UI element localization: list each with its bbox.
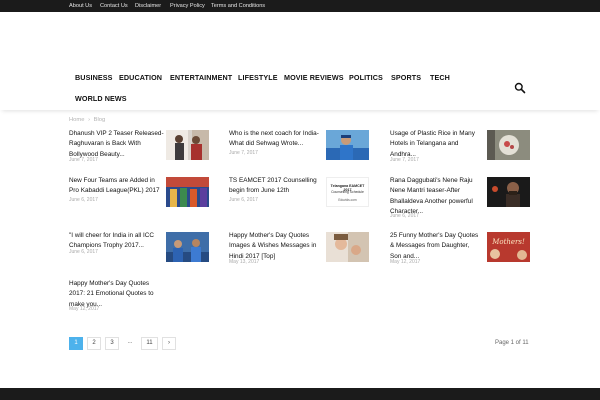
- post-title[interactable]: TS EAMCET 2017 Counselling begin from Jun…: [229, 176, 317, 197]
- post-title[interactable]: Usage of Plastic Rice in Many Hotels in T…: [390, 129, 475, 160]
- footer-bar: [0, 388, 600, 400]
- nav-item-lifestyle[interactable]: LIFESTYLE: [238, 73, 278, 82]
- page-button-1[interactable]: 1: [69, 337, 83, 350]
- post-title[interactable]: New Four Teams are Added in Pro Kabaddi L…: [69, 176, 160, 197]
- post-date: June 6, 2017: [229, 197, 258, 203]
- post-date: May 12, 2017: [390, 259, 421, 265]
- post-thumbnail[interactable]: [326, 232, 369, 262]
- post-thumbnail[interactable]: [166, 177, 209, 207]
- post-item: Who is the next coach for India- What did…: [229, 129, 329, 159]
- page-button-3[interactable]: 3: [105, 337, 119, 350]
- top-link-terms[interactable]: Terms and Conditions: [211, 0, 265, 12]
- post-item: "I will cheer for India in all ICC Champi…: [69, 231, 169, 261]
- post-date: June 7, 2017: [229, 150, 258, 156]
- post-title[interactable]: Who is the next coach for India- What did…: [229, 129, 319, 150]
- post-thumbnail[interactable]: [326, 130, 369, 160]
- top-link-disclaimer[interactable]: Disclaimer: [135, 0, 161, 12]
- thumbnail-text: Counselling Schedule: [331, 190, 364, 194]
- post-date: June 7, 2017: [69, 157, 98, 163]
- post-date: May 13, 2017: [229, 259, 260, 265]
- nav-item-education[interactable]: EDUCATION: [119, 73, 162, 82]
- post-thumbnail[interactable]: [487, 177, 530, 207]
- nav-item-business[interactable]: BUSINESS: [75, 73, 113, 82]
- thumbnail-text: Mothers!: [492, 238, 525, 246]
- post-thumbnail[interactable]: [487, 130, 530, 160]
- post-item: Happy Mother's Day Quotes Images & Wishes…: [229, 231, 329, 269]
- top-link-contact[interactable]: Contact Us: [100, 0, 128, 12]
- top-link-about[interactable]: About Us: [69, 0, 92, 12]
- post-item: 25 Funny Mother's Day Quotes & Messages f…: [390, 231, 485, 269]
- nav-item-tech[interactable]: TECH: [430, 73, 450, 82]
- nav-item-world-news[interactable]: WORLD NEWS: [75, 94, 127, 103]
- main-nav: BUSINESS EDUCATION ENTERTAINMENT LIFESTY…: [0, 66, 600, 110]
- top-bar: About Us Contact Us Disclaimer Privacy P…: [0, 0, 600, 12]
- nav-item-movie-reviews[interactable]: MOVIE REVIEWS: [284, 73, 344, 82]
- post-date: June 6, 2017: [390, 213, 419, 219]
- post-item: New Four Teams are Added in Pro Kabaddi L…: [69, 176, 169, 206]
- page-button-11[interactable]: 11: [141, 337, 158, 350]
- post-thumbnail[interactable]: Mothers!: [487, 232, 530, 262]
- post-title[interactable]: Happy Mother's Day Quotes Images & Wishes…: [229, 231, 316, 262]
- breadcrumb-home[interactable]: Home: [69, 117, 84, 123]
- nav-item-sports[interactable]: SPORTS: [391, 73, 421, 82]
- post-thumbnail[interactable]: Telangana EAMCET 2017 Counselling Schedu…: [326, 177, 369, 207]
- post-item: TS EAMCET 2017 Counselling begin from Jun…: [229, 176, 329, 206]
- post-thumbnail[interactable]: [166, 130, 209, 160]
- post-title[interactable]: Rana Daggubati's Nene Raju Nene Mantri te…: [390, 176, 473, 217]
- top-link-privacy[interactable]: Privacy Policy: [170, 0, 205, 12]
- page-button-2[interactable]: 2: [87, 337, 101, 350]
- post-date: June 6, 2017: [69, 249, 98, 255]
- breadcrumb: Home › Blog: [69, 117, 105, 123]
- post-title[interactable]: Dhanush VIP 2 Teaser Released- Raghuvaran…: [69, 129, 164, 160]
- nav-item-politics[interactable]: POLITICS: [349, 73, 383, 82]
- post-item: Happy Mother's Day Quotes 2017: 21 Emotio…: [69, 279, 169, 317]
- breadcrumb-separator: ›: [88, 117, 91, 123]
- breadcrumb-current: Blog: [93, 117, 106, 123]
- nav-item-entertainment[interactable]: ENTERTAINMENT: [170, 73, 232, 82]
- post-title[interactable]: 25 Funny Mother's Day Quotes & Messages f…: [390, 231, 478, 262]
- post-item: Usage of Plastic Rice in Many Hotels in T…: [390, 129, 485, 167]
- pagination-ellipsis: ...: [127, 339, 133, 345]
- post-date: June 6, 2017: [69, 197, 98, 203]
- post-date: May 12, 2017: [69, 306, 100, 312]
- post-thumbnail[interactable]: [166, 232, 209, 262]
- post-date: June 7, 2017: [390, 157, 419, 163]
- search-icon[interactable]: [514, 81, 526, 94]
- next-page-button[interactable]: ›: [162, 337, 176, 350]
- thumbnail-text: Eduvids.com: [338, 198, 357, 202]
- post-item: Rana Daggubati's Nene Raju Nene Mantri te…: [390, 176, 485, 222]
- page-info: Page 1 of 11: [495, 340, 529, 346]
